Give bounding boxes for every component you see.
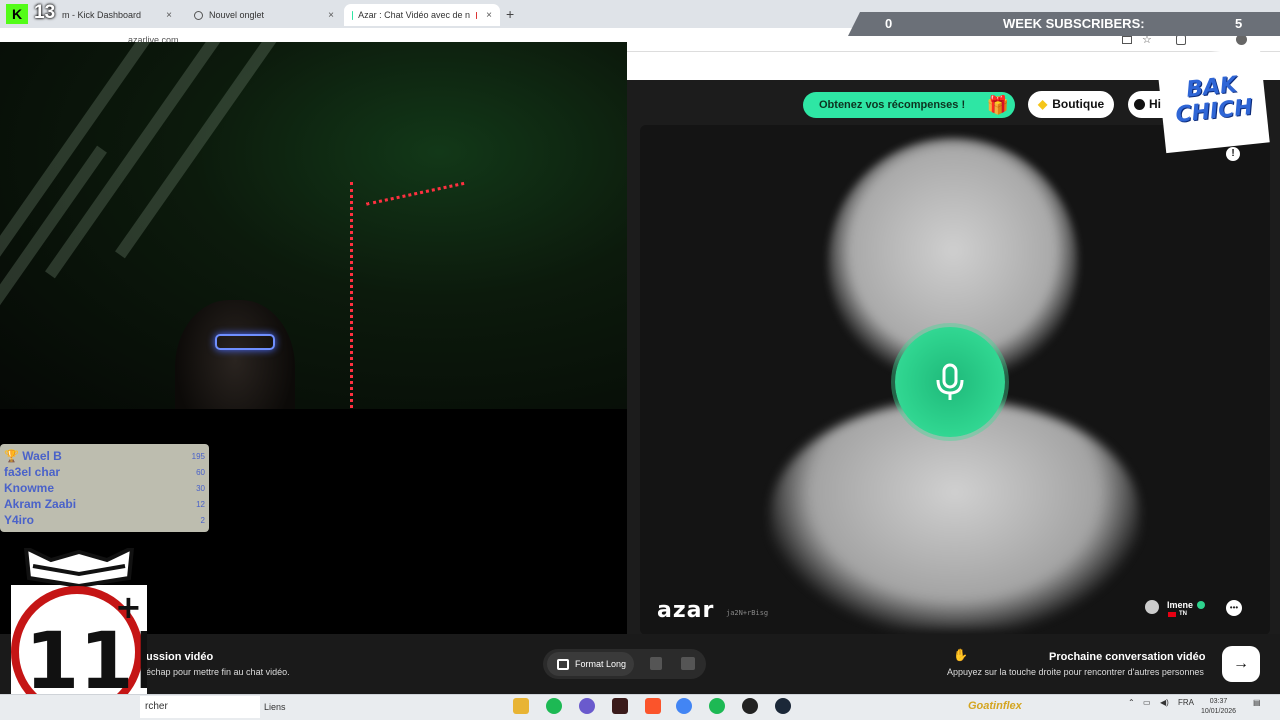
app-icon[interactable]	[579, 698, 595, 714]
history-label: Hi	[1149, 97, 1161, 111]
notification-icon[interactable]: ▤	[1253, 698, 1261, 707]
logo-11b-plus: +	[115, 588, 142, 626]
flag-icon	[1168, 611, 1176, 617]
layout-grid-icon[interactable]	[681, 657, 695, 670]
list-item: Akram Zaabi 12	[4, 496, 205, 512]
tab-kick-dashboard[interactable]: m - Kick Dashboard ×	[40, 4, 180, 26]
tab-label: Azar : Chat Vidéo avec de n	[358, 10, 471, 20]
end-chat-hint: échap pour mettre fin au chat vidéo.	[146, 667, 290, 677]
extensions-icon[interactable]	[1176, 35, 1186, 45]
clock[interactable]: 03:37 10/01/2026	[1201, 697, 1236, 717]
chat-icon[interactable]: •••	[1226, 600, 1242, 616]
illustrator-icon[interactable]	[612, 698, 628, 714]
azar-logo: azar	[657, 598, 715, 623]
report-icon[interactable]: !	[1226, 147, 1240, 161]
trophy-icon: 🏆	[4, 449, 23, 463]
new-tab-button[interactable]: +	[506, 6, 514, 22]
chat-user-name: Y4iro	[4, 513, 35, 527]
tab-new-tab[interactable]: Nouvel onglet ×	[186, 4, 342, 26]
language-indicator[interactable]: FRA	[1178, 698, 1194, 707]
close-icon[interactable]: ×	[166, 10, 172, 21]
globe-icon	[194, 10, 203, 20]
app-icon[interactable]	[742, 698, 758, 714]
format-long-button[interactable]: Format Long	[547, 652, 634, 676]
spotify-icon[interactable]	[709, 698, 725, 714]
gem-icon: ◆	[1038, 97, 1048, 111]
online-status-icon	[1197, 601, 1205, 609]
download-icon[interactable]	[1122, 36, 1132, 44]
chat-user-name: Knowme	[4, 481, 55, 495]
clock-date: 10/01/2026	[1201, 708, 1237, 715]
chat-user-count: 60	[196, 467, 205, 477]
gift-icon: 🎁	[986, 95, 1010, 115]
chevron-up-icon[interactable]: ⌃	[1128, 698, 1135, 707]
taskbar-search-input[interactable]: rcher	[140, 696, 260, 718]
volume-icon[interactable]: ◀)	[1160, 698, 1169, 707]
clock-icon	[1134, 99, 1145, 110]
chat-leaderboard: 🏆 Wael B 195 fa3el char 60 Knowme 30 Akr…	[0, 444, 209, 532]
microphone-button[interactable]	[895, 327, 1005, 437]
layout-icon	[557, 658, 569, 670]
kick-number: 13	[34, 2, 56, 23]
bakchich-line2: CHICH	[1174, 94, 1254, 128]
next-chat-hint: Appuyez sur la touche droite pour rencon…	[947, 667, 1204, 677]
microphone-icon	[936, 363, 964, 400]
spotify-icon[interactable]	[546, 698, 562, 714]
kick-badge: K	[6, 4, 28, 24]
chrome-icon[interactable]	[676, 698, 692, 714]
peer-country: TN	[1168, 611, 1187, 617]
avatar	[1145, 600, 1159, 614]
steam-icon[interactable]	[775, 698, 791, 714]
network-icon[interactable]: ▭	[1143, 698, 1151, 707]
peer-country-code: TN	[1179, 611, 1187, 617]
list-item: fa3el char 60	[4, 464, 205, 480]
format-label: Format Long	[575, 659, 627, 669]
goatinflex-label: Goatinflex	[968, 700, 1022, 712]
list-item: 🏆 Wael B 195	[4, 448, 205, 464]
week-subscribers-banner: 0 WEEK SUBSCRIBERS: 5	[848, 12, 1280, 36]
bakchich-logo: BAK CHICH	[1156, 46, 1270, 154]
list-item: Knowme 30	[4, 480, 205, 496]
subs-right-count: 5	[1235, 16, 1243, 31]
close-icon[interactable]: ×	[486, 10, 492, 21]
webcam-feed	[0, 42, 627, 409]
cursor-icon: ✋	[953, 648, 968, 662]
chat-user-count: 30	[196, 483, 205, 493]
subs-left-count: 0	[885, 16, 893, 31]
subs-title: WEEK SUBSCRIBERS:	[1003, 16, 1145, 31]
peer-name: Imene	[1167, 600, 1194, 610]
layout-stack-icon[interactable]	[650, 657, 662, 670]
chat-user-count: 195	[191, 451, 205, 461]
next-chat-title: Prochaine conversation vidéo	[1049, 651, 1206, 663]
end-chat-title: ussion vidéo	[146, 651, 214, 663]
clock-time: 03:37	[1209, 698, 1228, 705]
shop-label: Boutique	[1052, 97, 1105, 111]
chat-user-name: Akram Zaabi	[4, 497, 77, 511]
tab-label: m - Kick Dashboard	[62, 10, 142, 20]
folder-icon[interactable]	[513, 698, 529, 714]
list-item: Y4iro 2	[4, 512, 205, 528]
next-button[interactable]: →	[1222, 646, 1260, 682]
shop-button[interactable]: ◆ Boutique	[1028, 91, 1115, 118]
tab-azar[interactable]: Azar : Chat Vidéo avec de n ×	[344, 4, 500, 26]
tab-label: Nouvel onglet	[209, 10, 265, 20]
close-icon[interactable]: ×	[328, 10, 334, 21]
user-code: ja2N+rBisg	[726, 609, 769, 617]
chat-user-name: 🏆 Wael B	[4, 449, 62, 463]
chat-user-count: 12	[196, 499, 205, 509]
chat-user-name: fa3el char	[4, 465, 61, 479]
brave-icon[interactable]	[645, 698, 661, 714]
taskbar-links[interactable]: Liens	[264, 696, 286, 718]
chat-user-count: 2	[200, 515, 205, 525]
